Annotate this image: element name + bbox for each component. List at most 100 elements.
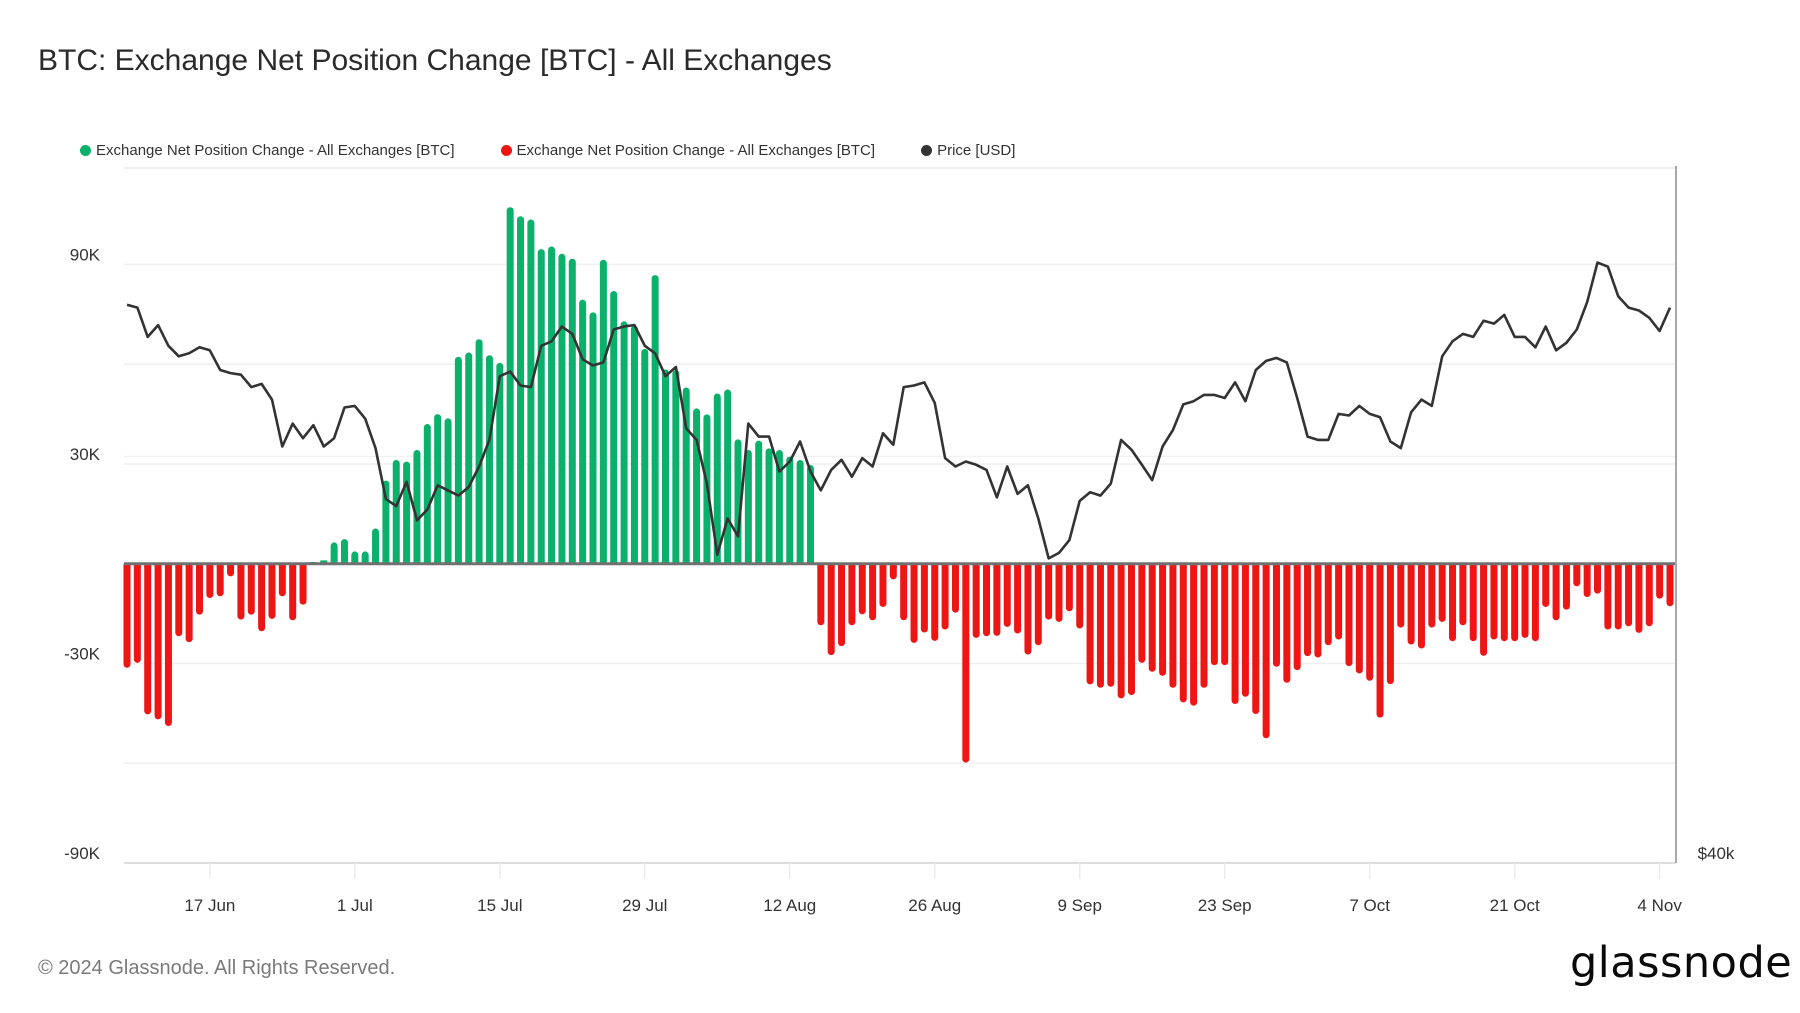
bar — [1459, 563, 1467, 626]
bar — [268, 563, 276, 619]
bar — [1200, 563, 1208, 688]
bar — [1469, 563, 1477, 642]
bar — [299, 563, 307, 605]
copyright: © 2024 Glassnode. All Rights Reserved. — [38, 957, 396, 979]
gridlines — [124, 167, 1676, 764]
bar — [1604, 563, 1612, 630]
bar — [1614, 563, 1622, 630]
bar — [1666, 563, 1674, 607]
bar — [175, 563, 183, 637]
bar — [1345, 563, 1353, 667]
bar — [1531, 563, 1539, 642]
bar — [237, 563, 245, 620]
bar — [1096, 563, 1104, 688]
bar — [1241, 563, 1249, 697]
y-axis-left: 90K 30K -30K -90K — [64, 245, 101, 863]
bar — [1190, 563, 1198, 706]
bar — [537, 249, 545, 564]
bar — [1417, 563, 1425, 649]
bar — [641, 348, 649, 564]
bar — [931, 563, 939, 641]
bar — [1583, 563, 1591, 597]
bar — [1625, 563, 1633, 627]
bar — [558, 253, 566, 564]
bar — [693, 408, 701, 564]
bar — [1656, 563, 1664, 599]
bar — [123, 563, 131, 668]
bar — [1024, 563, 1032, 655]
bar — [1045, 563, 1053, 620]
axes — [124, 166, 1677, 864]
bar — [133, 563, 141, 663]
bar — [796, 459, 804, 564]
bar — [144, 563, 152, 715]
bar — [1148, 563, 1156, 672]
bar — [869, 563, 877, 621]
bar — [755, 440, 763, 564]
bar — [900, 563, 908, 621]
y-tick-label: -90K — [64, 844, 101, 863]
x-tick-label: 9 Sep — [1058, 896, 1102, 915]
bar — [185, 563, 193, 643]
bar — [485, 355, 493, 564]
x-tick-label: 21 Oct — [1490, 896, 1540, 915]
bar — [1076, 563, 1084, 629]
bar — [1521, 563, 1529, 638]
bar — [423, 424, 431, 564]
bar — [1324, 563, 1332, 646]
bar — [517, 216, 525, 564]
y-tick-label: -30K — [64, 644, 101, 663]
bar — [454, 356, 462, 564]
x-tick-label: 23 Sep — [1198, 896, 1252, 915]
bar — [372, 528, 380, 564]
bar — [1407, 563, 1415, 645]
bar — [630, 325, 638, 564]
bar — [392, 459, 400, 564]
bar — [1314, 563, 1322, 658]
bar — [1511, 563, 1519, 642]
bar — [920, 563, 928, 633]
bar — [1355, 563, 1363, 674]
bar — [506, 207, 514, 564]
bar — [1014, 563, 1022, 634]
bar — [164, 563, 172, 726]
price-line — [126, 261, 1672, 560]
bar — [1304, 563, 1312, 657]
bar — [1055, 563, 1063, 622]
bar — [599, 259, 607, 564]
bar — [403, 461, 411, 564]
bar — [1449, 563, 1457, 642]
bar — [1480, 563, 1488, 656]
bar — [1438, 563, 1446, 622]
x-tick-label: 29 Jul — [622, 896, 667, 915]
bar — [1034, 563, 1042, 646]
y-tick-label: 90K — [70, 245, 101, 264]
bar — [972, 563, 980, 638]
bar — [993, 563, 1001, 636]
bar — [579, 299, 587, 564]
bar — [983, 563, 991, 637]
bar — [1221, 563, 1229, 666]
bar — [672, 370, 680, 564]
bar — [1283, 563, 1291, 683]
chart-area[interactable]: 90K 30K -30K -90K $40k 17 Jun 1 Jul 15 Jul 29 … — [0, 0, 1800, 1013]
bar — [1179, 563, 1187, 703]
bar — [910, 563, 918, 643]
bar — [1645, 563, 1653, 627]
bar — [206, 563, 214, 598]
bar — [1490, 563, 1498, 640]
bar — [651, 275, 659, 564]
bar — [247, 563, 255, 615]
x-tick-label: 1 Jul — [337, 896, 373, 915]
bar — [568, 258, 576, 564]
glassnode-logo[interactable]: glassnode — [1570, 938, 1792, 988]
bar — [1335, 563, 1343, 640]
bar — [1386, 563, 1394, 685]
bar — [1428, 563, 1436, 628]
bar — [1138, 563, 1146, 663]
bar — [879, 563, 887, 607]
bar — [765, 448, 773, 564]
bar — [786, 456, 794, 564]
bar — [827, 563, 835, 656]
y-tick-label: 30K — [70, 445, 101, 464]
